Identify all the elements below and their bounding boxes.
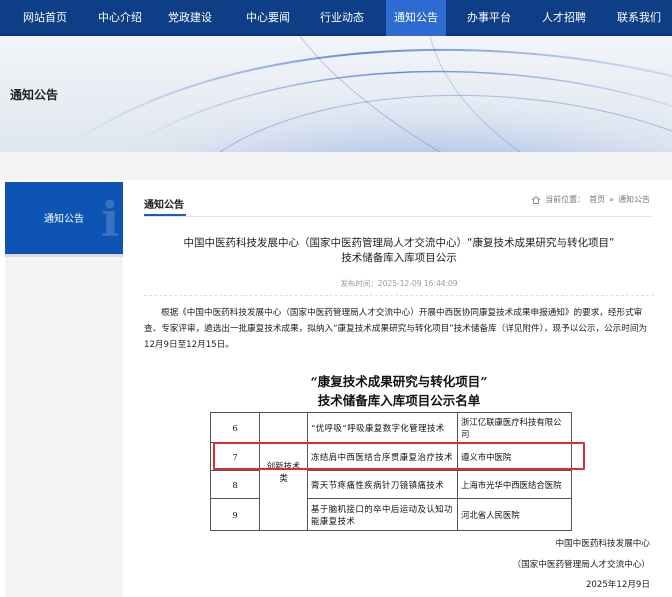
sign-date: 2025年12月9日 [585,580,650,590]
nav-item-home[interactable]: 网站首页 [0,0,90,36]
row-number: 8 [210,470,260,499]
nav-item-jobs[interactable]: 人才招聘 [528,0,600,36]
project-org: 上海市光华中西医结合医院 [457,470,572,499]
article-divider [144,295,654,296]
table-row: 6 创新技术类 “优呼吸”呼吸康复数字化管理技术 浙江亿联康医疗科技有限公司 [210,412,572,531]
publish-time: 发布时间：2025-12-09 16:44:09 [340,279,458,288]
article-body: 根据《中国中医药科技发展中心（国家中医药管理局人才交流中心）开展中西医协同康复技… [144,308,648,350]
row-number: 9 [210,498,260,531]
article-title-line1: 中国中医药科技发展中心（国家中医药管理局人才交流中心）“康复技术成果研究与转化项… [183,237,615,249]
nav-item-contact[interactable]: 联系我们 [606,0,672,36]
highlight-box [213,442,585,470]
breadcrumb-prefix: 当前位置： [545,195,586,204]
tab-divider [144,216,652,217]
top-nav: 网站首页 中心介绍 党政建设 中心要闻 行业动态 通知公告 办事平台 人才招聘 … [0,0,672,36]
banner-title: 通知公告 [10,88,59,102]
project-org: 浙江亿联康医疗科技有限公司 [457,412,572,443]
nav-item-party[interactable]: 党政建设 [150,0,230,36]
category-cell: 创新技术类 [259,412,308,531]
project-name: 基于脑机接口的卒中后运动及认知功能康复技术 [307,498,458,531]
project-name: 膏天节疼痛性疾病针刀镜镇痛技术 [307,470,458,499]
main-content: 通知公告 当前位置： 首页 » 通知公告 中国中医药科技发展中心（国家中医药管理… [124,180,672,597]
sidebar-divider [5,254,123,257]
breadcrumb-separator: » [609,195,614,204]
nav-item-notice[interactable]: 通知公告 [386,0,446,36]
project-org: 河北省人民医院 [457,498,572,531]
nav-item-services[interactable]: 办事平台 [450,0,528,36]
banner: 通知公告 [0,36,672,152]
breadcrumb-home[interactable]: 首页 [589,194,605,205]
project-table: 6 创新技术类 “优呼吸”呼吸康复数字化管理技术 浙江亿联康医疗科技有限公司 7… [210,412,572,531]
document-title-line2: 技术储备库入库项目公示名单 [317,393,481,408]
article-title-line2: 技术储备库入库项目公示 [341,252,457,264]
sign-org-alt: （国家中医药管理局人才交流中心） [512,560,650,570]
sidebar-item-notice[interactable]: 通知公告 [5,210,123,225]
breadcrumb: 当前位置： 首页 » 通知公告 [531,194,650,205]
row-number: 6 [210,412,260,443]
document-title-line1: “康复技术成果研究与转化项目” [310,374,488,389]
document-title: “康复技术成果研究与转化项目” 技术储备库入库项目公示名单 [214,372,584,410]
nav-item-industry[interactable]: 行业动态 [306,0,378,36]
sign-org: 中国中医药科技发展中心 [555,539,650,549]
nav-item-about[interactable]: 中心介绍 [90,0,150,36]
sidebar: i 通知公告 [5,182,123,597]
sidebar-header: i 通知公告 [5,182,123,254]
home-icon [531,195,541,204]
breadcrumb-current[interactable]: 通知公告 [618,194,650,205]
project-name: “优呼吸”呼吸康复数字化管理技术 [307,412,458,443]
tab-notice[interactable]: 通知公告 [144,196,184,211]
nav-item-news[interactable]: 中心要闻 [230,0,306,36]
article-title: 中国中医药科技发展中心（国家中医药管理局人才交流中心）“康复技术成果研究与转化项… [144,236,654,266]
spacer-band [0,152,672,180]
banner-sphere-graphic [59,36,672,152]
